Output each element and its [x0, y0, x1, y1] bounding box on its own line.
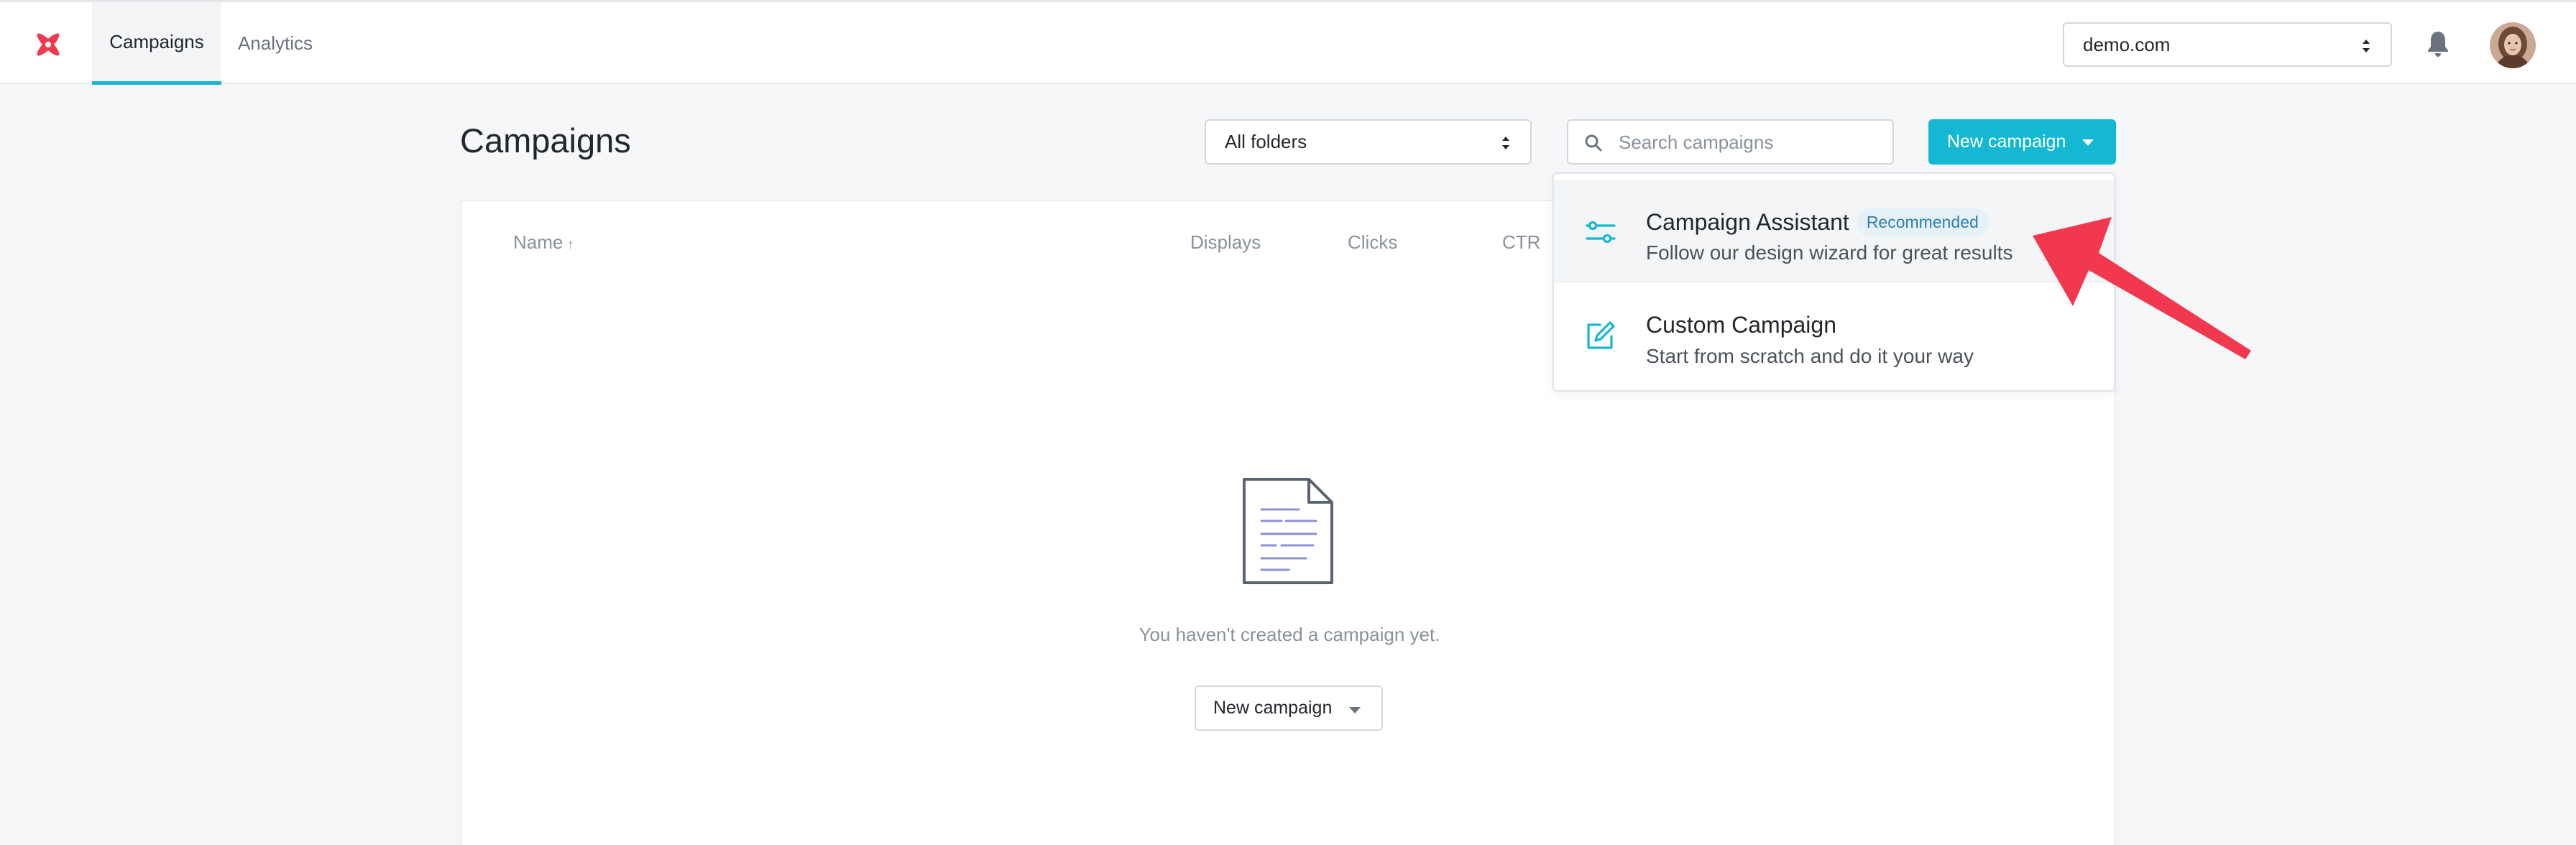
bell-icon[interactable] — [2425, 29, 2451, 58]
search-box[interactable] — [1567, 119, 1894, 165]
empty-new-campaign-label: New campaign — [1213, 698, 1333, 718]
tab-campaigns-label: Campaigns — [109, 30, 204, 52]
annotation-arrow-icon — [2033, 217, 2251, 359]
domain-select-value: demo.com — [2083, 33, 2171, 55]
sort-ascending-icon: ↑ — [567, 237, 574, 251]
search-input[interactable] — [1619, 128, 1877, 157]
new-campaign-button[interactable]: New campaign — [1928, 119, 2116, 165]
search-icon — [1585, 134, 1602, 152]
custom-campaign-description: Start from scratch and do it your way — [1646, 345, 1974, 367]
empty-state-message: You haven't created a campaign yet. — [1138, 624, 1440, 645]
folder-select-value: All folders — [1225, 131, 1307, 152]
user-avatar[interactable] — [2490, 22, 2536, 68]
column-header-displays[interactable]: Displays — [1190, 231, 1261, 254]
campaign-assistant-description: Follow our design wizard for great resul… — [1646, 241, 2013, 264]
caret-down-icon — [2082, 139, 2094, 146]
folder-select[interactable]: All folders — [1205, 119, 1532, 165]
recommended-badge: Recommended — [1856, 208, 1989, 236]
column-header-ctr[interactable]: CTR — [1502, 231, 1540, 254]
new-campaign-button-label: New campaign — [1947, 131, 2066, 152]
sliders-icon — [1586, 221, 1616, 244]
domain-select[interactable]: demo.com — [2063, 22, 2392, 67]
top-navbar: Campaigns Analytics demo.com — [0, 0, 2576, 85]
campaign-assistant-title: Campaign Assistant — [1646, 209, 1849, 235]
tab-analytics-label: Analytics — [237, 32, 313, 54]
column-header-name-label: Name — [513, 231, 564, 253]
custom-campaign-title: Custom Campaign — [1646, 312, 1836, 338]
empty-new-campaign-button[interactable]: New campaign — [1195, 685, 1383, 731]
page-title: Campaigns — [460, 121, 631, 160]
caret-down-icon — [1349, 707, 1361, 714]
tab-campaigns[interactable]: Campaigns — [92, 2, 221, 85]
brand-logo-icon[interactable] — [32, 28, 65, 61]
empty-document-icon — [1243, 478, 1333, 584]
updown-chevron-icon — [1502, 137, 1509, 149]
updown-chevron-icon — [2363, 40, 2370, 52]
tab-analytics[interactable]: Analytics — [221, 2, 329, 85]
avatar-portrait-icon — [2490, 22, 2536, 68]
edit-square-icon — [1587, 321, 1615, 349]
menu-item-title: Campaign Assistant Recommended — [1646, 208, 1989, 236]
column-header-clicks[interactable]: Clicks — [1348, 231, 1397, 254]
column-header-name[interactable]: Name ↑ — [513, 231, 574, 254]
